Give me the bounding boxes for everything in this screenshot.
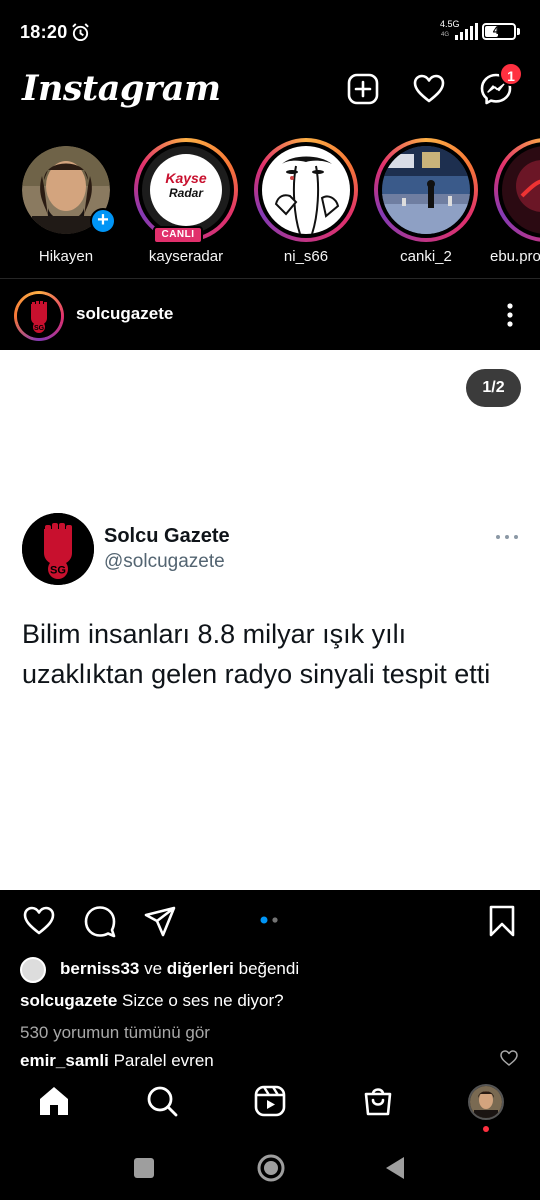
story-label: Hikayen	[38, 248, 94, 265]
top-comment: emir_samli Paralel evren	[20, 1051, 214, 1071]
story-kayseradar[interactable]: Kayse Radar CANLI kayseradar	[126, 138, 238, 273]
post-avatar: SG	[17, 294, 61, 338]
shop-icon[interactable]	[361, 1084, 395, 1118]
story-avatar-frame	[258, 142, 354, 238]
tweet-author-name: Solcu Gazete	[104, 525, 230, 547]
notification-badge: 1	[499, 62, 523, 86]
battery-cap	[517, 28, 520, 35]
save-bookmark-icon[interactable]	[485, 904, 519, 938]
story-avatar-frame	[498, 142, 540, 238]
story-canki-2[interactable]: canki_2	[366, 138, 478, 273]
story-avatar-frame: Kayse Radar	[138, 142, 234, 238]
search-icon[interactable]	[145, 1084, 179, 1118]
stories-tray: + Hikayen Kayse Radar CANLI kayseradar n…	[0, 138, 540, 273]
app-header: Instagram	[0, 62, 540, 122]
liker-avatar	[20, 957, 46, 983]
kayseradar-avatar: Kayse Radar	[142, 146, 230, 234]
reels-icon[interactable]	[253, 1084, 287, 1118]
likes-text: berniss33 ve diğerleri beğendi	[60, 959, 299, 979]
story-label: kayseradar	[148, 248, 224, 265]
story-ring	[254, 138, 358, 242]
likes-summary[interactable]: berniss33 ve diğerleri beğendi	[20, 956, 520, 983]
post-header: SG solcugazete	[0, 279, 540, 349]
more-options-icon[interactable]	[496, 299, 524, 331]
share-icon[interactable]	[143, 904, 177, 938]
profile-avatar[interactable]	[468, 1084, 504, 1120]
instagram-logo[interactable]: Instagram	[22, 68, 221, 109]
view-all-comments-link[interactable]: 530 yorumun tümünü gör	[20, 1023, 210, 1043]
story-own[interactable]: + Hikayen	[6, 138, 116, 273]
story-ring	[494, 138, 540, 242]
story-ni-s66[interactable]: ni_s66	[246, 138, 358, 273]
page-indicator: 1/2	[466, 369, 521, 407]
post-image[interactable]: 1/2 SG Solcu Gazete @solcugazete Bilim i…	[0, 350, 540, 890]
post-avatar-ring[interactable]: SG	[14, 291, 64, 341]
ni-s66-avatar	[262, 146, 350, 234]
like-heart-icon[interactable]	[22, 904, 56, 938]
activity-heart-icon[interactable]	[412, 72, 446, 106]
svg-text:SG: SG	[34, 325, 45, 332]
network-sub: 4G	[441, 32, 450, 38]
profile-avatar-image	[470, 1086, 502, 1118]
comment-username[interactable]: emir_samli	[20, 1051, 109, 1070]
svg-text:SG: SG	[50, 565, 66, 577]
home-icon[interactable]	[37, 1084, 71, 1118]
story-label: canki_2	[400, 248, 452, 265]
signal-icon	[455, 23, 478, 40]
ebu-pro-avatar	[502, 146, 540, 234]
status-time: 18:20	[20, 22, 68, 42]
carousel-dots	[260, 916, 278, 924]
likes-connector: ve	[139, 959, 167, 978]
story-label: ebu.pro	[490, 248, 540, 265]
liker-username[interactable]: berniss33	[60, 959, 139, 978]
profile-notification-dot	[483, 1126, 489, 1132]
add-story-button[interactable]: +	[90, 208, 116, 234]
story-ring	[374, 138, 478, 242]
story-avatar-frame	[378, 142, 474, 238]
comment-like-icon[interactable]	[500, 1050, 518, 1066]
story-ebu-pro[interactable]: ebu.pro	[486, 138, 540, 273]
live-badge: CANLI	[153, 226, 203, 244]
likes-others-link[interactable]: diğerleri	[167, 959, 234, 978]
alarm-icon	[72, 23, 89, 42]
caption-text: Sizce o ses ne diyor?	[117, 991, 284, 1010]
canki-2-avatar	[382, 146, 470, 234]
post-caption: solcugazete Sizce o ses ne diyor?	[20, 991, 284, 1011]
post-username[interactable]: solcugazete	[76, 304, 173, 324]
tweet-text: Bilim insanları 8.8 milyar ışık yılı uza…	[22, 619, 491, 689]
battery-level: 48	[492, 25, 506, 37]
comment-icon[interactable]	[83, 904, 117, 938]
recent-apps-icon[interactable]	[133, 1157, 155, 1179]
new-post-icon[interactable]	[346, 72, 380, 106]
likes-suffix: beğendi	[233, 959, 300, 978]
status-bar: 18:20 4.5G 4G 48	[0, 0, 540, 62]
post-action-bar	[0, 890, 540, 952]
comment-text: Paralel evren	[108, 1051, 214, 1070]
battery-icon: 48	[482, 23, 516, 40]
caption-username[interactable]: solcugazete	[20, 991, 117, 1010]
home-button-icon[interactable]	[256, 1153, 286, 1183]
tweet-more-icon	[496, 535, 518, 539]
story-label: ni_s66	[283, 248, 329, 265]
tweet-author-handle: @solcugazete	[104, 551, 225, 572]
bottom-nav	[0, 1072, 540, 1132]
tweet-avatar: SG	[22, 513, 94, 585]
back-icon[interactable]	[384, 1155, 406, 1181]
system-nav-bar	[0, 1138, 540, 1200]
